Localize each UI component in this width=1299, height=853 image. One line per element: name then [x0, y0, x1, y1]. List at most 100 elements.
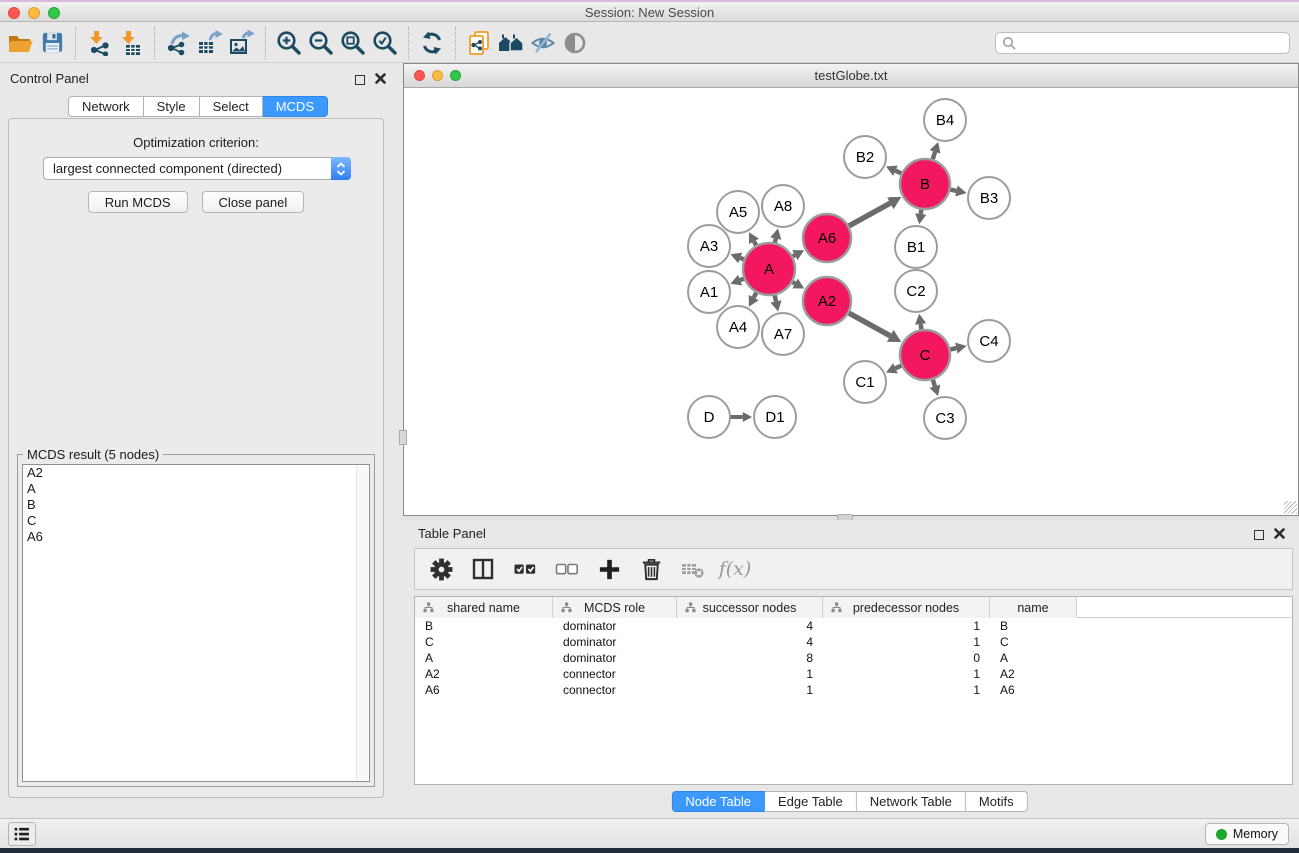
import-table-icon[interactable] [117, 29, 145, 57]
import-network-icon[interactable] [85, 29, 113, 57]
table-cell[interactable]: A [990, 651, 1077, 665]
close-panel-button[interactable]: Close panel [202, 191, 305, 213]
function-builder-icon[interactable]: f(x) [721, 555, 749, 583]
float-table-panel-icon[interactable] [1254, 530, 1264, 540]
tab-node-table[interactable]: Node Table [671, 791, 765, 812]
table-cell[interactable]: 1 [823, 667, 990, 681]
table-cell[interactable]: C [415, 635, 553, 649]
zoom-selected-icon[interactable] [371, 29, 399, 57]
table-row[interactable]: A6connector11A6 [415, 682, 1292, 698]
column-header-shared-name[interactable]: shared name [415, 597, 553, 618]
refresh-icon[interactable] [418, 29, 446, 57]
edge-A6-B[interactable] [846, 203, 890, 227]
tab-select[interactable]: Select [200, 96, 263, 117]
node-C3[interactable]: C3 [924, 397, 966, 439]
table-cell[interactable]: A2 [990, 667, 1077, 681]
table-row[interactable]: Adominator80A [415, 650, 1292, 666]
add-row-icon[interactable] [595, 555, 623, 583]
table-cell[interactable]: 1 [677, 683, 823, 697]
table-cell[interactable]: 1 [823, 619, 990, 633]
tab-network[interactable]: Network [68, 96, 144, 117]
table-cell[interactable]: connector [553, 683, 677, 697]
table-options-icon[interactable] [427, 555, 455, 583]
node-table[interactable]: shared nameMCDS rolesuccessor nodesprede… [414, 596, 1293, 785]
table-cell[interactable]: dominator [553, 619, 677, 633]
list-item[interactable]: B [23, 497, 369, 513]
export-network-icon[interactable] [164, 29, 192, 57]
table-cell[interactable]: 4 [677, 619, 823, 633]
node-C2[interactable]: C2 [895, 270, 937, 312]
tab-mcds[interactable]: MCDS [263, 96, 328, 117]
close-panel-icon[interactable] [375, 71, 386, 89]
memory-button[interactable]: Memory [1205, 823, 1289, 845]
node-B4[interactable]: B4 [924, 99, 966, 141]
mcds-result-list[interactable]: A2ABCA6 [22, 464, 370, 782]
table-cell[interactable]: B [415, 619, 553, 633]
delete-rows-icon[interactable] [637, 555, 665, 583]
tab-style[interactable]: Style [144, 96, 200, 117]
table-cell[interactable]: 8 [677, 651, 823, 665]
table-cell[interactable]: 1 [823, 635, 990, 649]
table-cell[interactable]: dominator [553, 651, 677, 665]
list-item[interactable]: A2 [23, 465, 369, 481]
table-cell[interactable]: C [990, 635, 1077, 649]
table-cell[interactable]: 1 [677, 667, 823, 681]
network-graph[interactable]: AA1A2A3A4A5A6A7A8BB1B2B3B4CC1C2C3C4DD1 [404, 88, 1298, 514]
tab-motifs[interactable]: Motifs [966, 791, 1028, 812]
node-A3[interactable]: A3 [688, 225, 730, 267]
node-A2[interactable]: A2 [803, 277, 851, 325]
show-all-icon[interactable] [561, 29, 589, 57]
float-panel-icon[interactable] [355, 75, 365, 85]
node-C4[interactable]: C4 [968, 320, 1010, 362]
edge-A2-C[interactable] [846, 312, 890, 336]
node-C1[interactable]: C1 [844, 361, 886, 403]
show-column-icon[interactable] [469, 555, 497, 583]
criterion-dropdown[interactable]: largest connected component (directed) [43, 157, 351, 180]
zoom-fit-icon[interactable] [339, 29, 367, 57]
select-all-icon[interactable] [511, 555, 539, 583]
list-item[interactable]: C [23, 513, 369, 529]
node-A5[interactable]: A5 [717, 191, 759, 233]
table-cell[interactable]: A2 [415, 667, 553, 681]
table-cell[interactable]: A [415, 651, 553, 665]
new-network-from-selection-icon[interactable] [465, 29, 493, 57]
node-A8[interactable]: A8 [762, 185, 804, 227]
export-table-icon[interactable] [196, 29, 224, 57]
column-header-successor-nodes[interactable]: successor nodes [677, 597, 823, 618]
table-row[interactable]: A2connector11A2 [415, 666, 1292, 682]
table-cell[interactable]: A6 [415, 683, 553, 697]
tab-network-table[interactable]: Network Table [857, 791, 966, 812]
tab-edge-table[interactable]: Edge Table [765, 791, 857, 812]
column-header-predecessor-nodes[interactable]: predecessor nodes [823, 597, 990, 618]
node-A4[interactable]: A4 [717, 306, 759, 348]
table-cell[interactable]: 4 [677, 635, 823, 649]
node-B1[interactable]: B1 [895, 226, 937, 268]
first-neighbors-icon[interactable] [497, 29, 525, 57]
node-A1[interactable]: A1 [688, 271, 730, 313]
table-cell[interactable]: dominator [553, 635, 677, 649]
node-A[interactable]: A [743, 243, 795, 295]
table-cell[interactable]: 0 [823, 651, 990, 665]
zoom-out-icon[interactable] [307, 29, 335, 57]
search-input[interactable] [995, 32, 1290, 54]
deselect-all-icon[interactable] [553, 555, 581, 583]
list-scrollbar[interactable] [356, 466, 368, 780]
column-header-mcds-role[interactable]: MCDS role [553, 597, 677, 618]
node-A7[interactable]: A7 [762, 313, 804, 355]
save-session-icon[interactable] [38, 29, 66, 57]
node-C[interactable]: C [900, 330, 950, 380]
close-table-panel-icon[interactable] [1274, 526, 1285, 544]
column-header-name[interactable]: name [990, 597, 1077, 618]
node-B[interactable]: B [900, 159, 950, 209]
table-row[interactable]: Bdominator41B [415, 618, 1292, 634]
hide-selected-icon[interactable] [529, 29, 557, 57]
node-D1[interactable]: D1 [754, 396, 796, 438]
splitter-grip[interactable] [399, 430, 407, 445]
task-history-button[interactable] [8, 822, 36, 846]
list-item[interactable]: A6 [23, 529, 369, 545]
open-file-icon[interactable] [6, 29, 34, 57]
export-image-icon[interactable] [228, 29, 256, 57]
network-window-titlebar[interactable]: testGlobe.txt [404, 64, 1298, 88]
node-A6[interactable]: A6 [803, 214, 851, 262]
node-B3[interactable]: B3 [968, 177, 1010, 219]
